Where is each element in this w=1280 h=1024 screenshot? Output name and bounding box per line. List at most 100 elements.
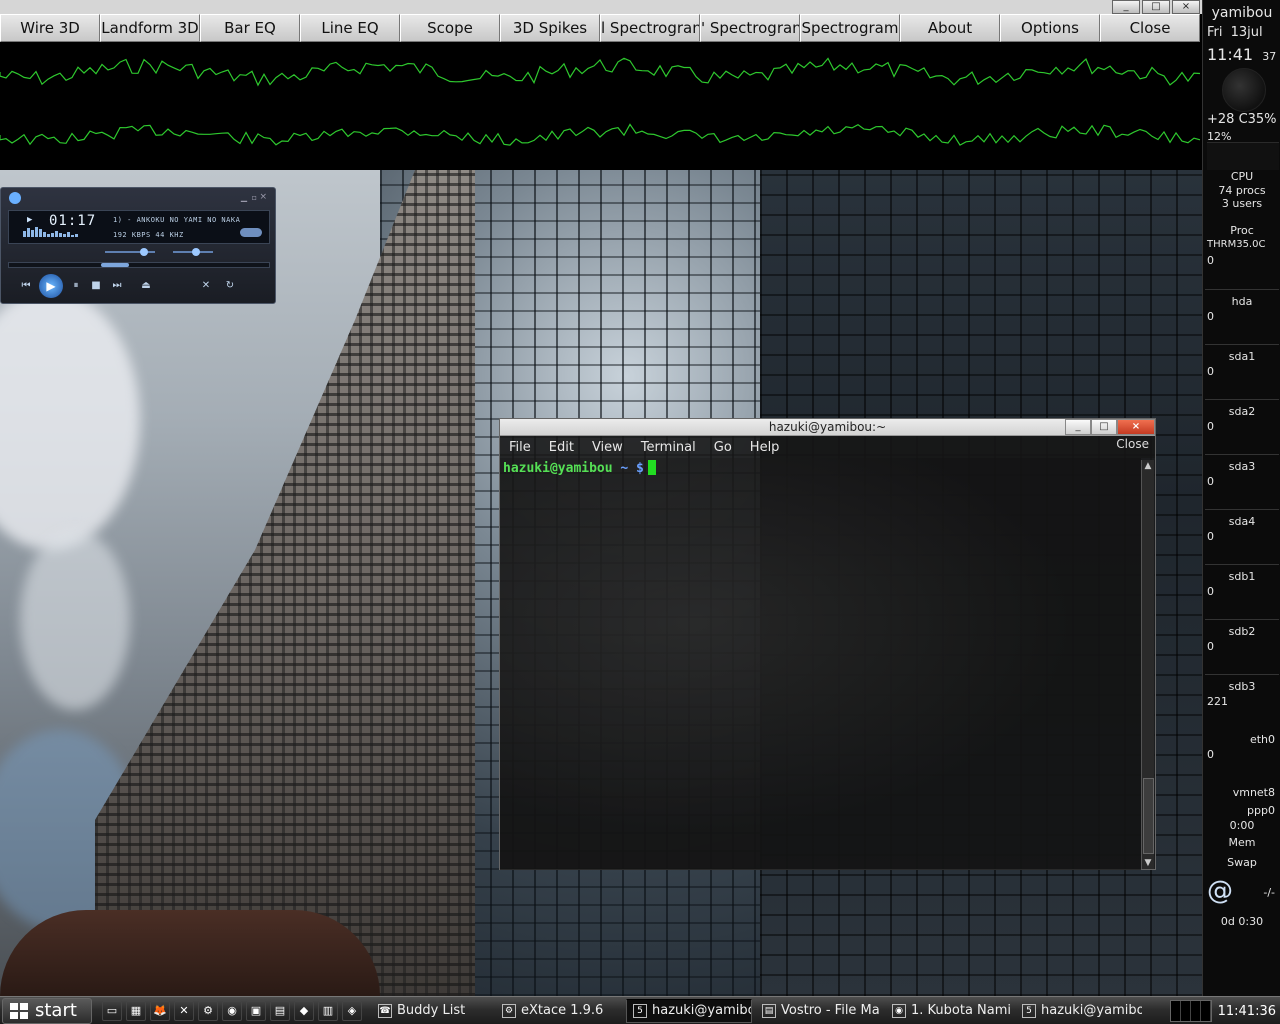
pause-button[interactable]: ⏸ (69, 280, 83, 291)
tab-3d-spikes[interactable]: 3D Spikes (500, 14, 600, 42)
disk-value-sda3: 0 (1207, 475, 1214, 488)
start-button[interactable]: start (2, 997, 92, 1024)
disk-value-sdb3: 221 (1207, 695, 1228, 708)
spectrum-bar (55, 231, 58, 237)
divider (1205, 344, 1279, 345)
quick-launch-icon[interactable]: ▣ (246, 1000, 266, 1021)
task-icon: ⚙ (502, 1003, 516, 1018)
seek-bar[interactable] (8, 262, 270, 268)
scroll-down-icon[interactable]: ▼ (1142, 857, 1154, 869)
taskbar-clock: 11:41:36 (1217, 1003, 1276, 1019)
tab-landform-3d[interactable]: Landform 3D (100, 14, 200, 42)
disk-value-sdb1: 0 (1207, 585, 1214, 598)
next-button[interactable]: ⏭ (107, 280, 127, 291)
quick-launch-icon[interactable]: ◈ (342, 1000, 362, 1021)
repeat-icon[interactable]: ↻ (223, 280, 237, 291)
player-logo-icon (9, 192, 21, 204)
quick-launch-icon[interactable]: 🦊 (150, 1000, 170, 1021)
menu-view[interactable]: View (592, 440, 623, 455)
taskbar-task[interactable]: ☎ Buddy List (372, 999, 492, 1023)
tab-about[interactable]: About (900, 14, 1000, 42)
disk-label-sdb1: sdb1 (1228, 570, 1256, 583)
task-label: 1. Kubota Nami (911, 1003, 1012, 1018)
eject-button[interactable]: ⏏ (139, 280, 153, 291)
task-label: Vostro - File Ma (781, 1003, 880, 1018)
task-icon: 5 (633, 1003, 647, 1018)
menu-terminal[interactable]: Terminal (641, 440, 696, 455)
quick-launch-icon[interactable]: ▭ (102, 1000, 122, 1021)
media-player-window: ▁ ▫ × ▶ 01:17 1) - ANKOKU NO YAMI NO NAK… (0, 187, 276, 304)
track-title: 1) - ANKOKU NO YAMI NO NAKA (113, 216, 241, 224)
maximize-button[interactable]: □ (1142, 0, 1170, 14)
disk-value-sda1: 0 (1207, 365, 1214, 378)
minimize-button[interactable]: _ (1112, 0, 1140, 14)
workspace-pager[interactable] (1169, 1000, 1212, 1022)
text-cursor (647, 460, 656, 475)
tab-spectrogram[interactable]: Spectrogram (800, 14, 900, 42)
player-close-icon[interactable]: × (259, 192, 267, 202)
scrollbar[interactable]: ▲ ▼ (1141, 460, 1154, 869)
player-titlebar[interactable]: ▁ ▫ × (5, 191, 269, 205)
disk-label-sdb2: sdb2 (1228, 625, 1256, 638)
quick-launch: ▭ ▦ 🦊 ✕ ⚙ ◉ ▣ ▤ ◆ ▥ ◈ (102, 1000, 362, 1021)
tab-options[interactable]: Options (1000, 14, 1100, 42)
quick-launch-icon[interactable]: ▥ (318, 1000, 338, 1021)
task-icon: ☎ (378, 1003, 392, 1018)
quick-launch-icon[interactable]: ◆ (294, 1000, 314, 1021)
visualizer-titlebar[interactable] (0, 0, 1202, 14)
hostname: yamibou (1211, 5, 1273, 21)
taskbar-task[interactable]: 5 hazuki@yamibo (626, 998, 752, 1023)
maximize-button[interactable]: □ (1091, 419, 1117, 435)
quick-launch-icon[interactable]: ▤ (270, 1000, 290, 1021)
stop-button[interactable]: ■ (89, 280, 103, 291)
disk-label-sda3: sda3 (1228, 460, 1256, 473)
taskbar-task[interactable]: ▤ Vostro - File Ma (756, 999, 882, 1023)
task-label: hazuki@yamibo (1041, 1003, 1142, 1018)
taskbar-task[interactable]: ⚙ eXtace 1.9.6 (496, 999, 622, 1023)
tab-vert-spectrogram[interactable]: ' Spectrogran (700, 14, 800, 42)
cpu-chart (1207, 142, 1279, 170)
shuffle-icon[interactable]: ✕ (199, 280, 213, 291)
tab-horiz-spectrogram[interactable]: l Spectrogran (600, 14, 700, 42)
spectrum-bar (59, 233, 62, 237)
close-icon[interactable]: × (1172, 0, 1200, 14)
clock-time: 11:41 37 (1203, 45, 1280, 64)
volume-slider[interactable] (101, 247, 221, 257)
quick-launch-icon[interactable]: ◉ (222, 1000, 242, 1021)
previous-button[interactable]: ⏮ (11, 280, 41, 291)
scope-waveform-top (0, 57, 1201, 87)
quick-launch-icon[interactable]: ✕ (174, 1000, 194, 1021)
menu-edit[interactable]: Edit (549, 440, 574, 455)
tab-line-eq[interactable]: Line EQ (300, 14, 400, 42)
disk-value-sda4: 0 (1207, 530, 1214, 543)
close-button[interactable]: × (1117, 419, 1155, 435)
disk-label-sdb3: sdb3 (1228, 680, 1256, 693)
tab-wire-3d[interactable]: Wire 3D (0, 14, 100, 42)
quick-launch-icon[interactable]: ▦ (126, 1000, 146, 1021)
menu-file[interactable]: File (509, 440, 531, 455)
seconds-label: 37 (1262, 50, 1277, 63)
tab-bar-eq[interactable]: Bar EQ (200, 14, 300, 42)
scrollbar-thumb[interactable] (1143, 778, 1154, 854)
terminal-titlebar[interactable]: hazuki@yamibou:~ _ □ × (500, 419, 1155, 436)
minimize-button[interactable]: _ (1065, 419, 1091, 435)
tab-scope[interactable]: Scope (400, 14, 500, 42)
play-button[interactable]: ▶ (39, 274, 63, 298)
close-button[interactable]: Close (1100, 14, 1200, 42)
disk-label-sda1: sda1 (1228, 350, 1256, 363)
player-minimize-icon[interactable]: ▁ (241, 193, 247, 202)
taskbar-task[interactable]: 5 hazuki@yamibo (1016, 999, 1142, 1023)
spectrum-bar (71, 235, 74, 237)
menu-go[interactable]: Go (714, 440, 732, 455)
seek-handle[interactable] (101, 263, 129, 267)
bitrate: 192 KBPS 44 KHZ (113, 231, 184, 239)
top-value: 0 (1207, 254, 1214, 267)
player-shade-icon[interactable]: ▫ (252, 193, 257, 202)
terminal-output[interactable]: hazuki@yamibou ~ $ (500, 458, 1141, 870)
time-label: 11:41 (1207, 45, 1254, 64)
scroll-up-icon[interactable]: ▲ (1142, 460, 1154, 472)
quick-launch-icon[interactable]: ⚙ (198, 1000, 218, 1021)
taskbar-task[interactable]: ◉ 1. Kubota Nami (886, 999, 1012, 1023)
day-label: Fri (1207, 25, 1223, 40)
menu-help[interactable]: Help (750, 440, 780, 455)
